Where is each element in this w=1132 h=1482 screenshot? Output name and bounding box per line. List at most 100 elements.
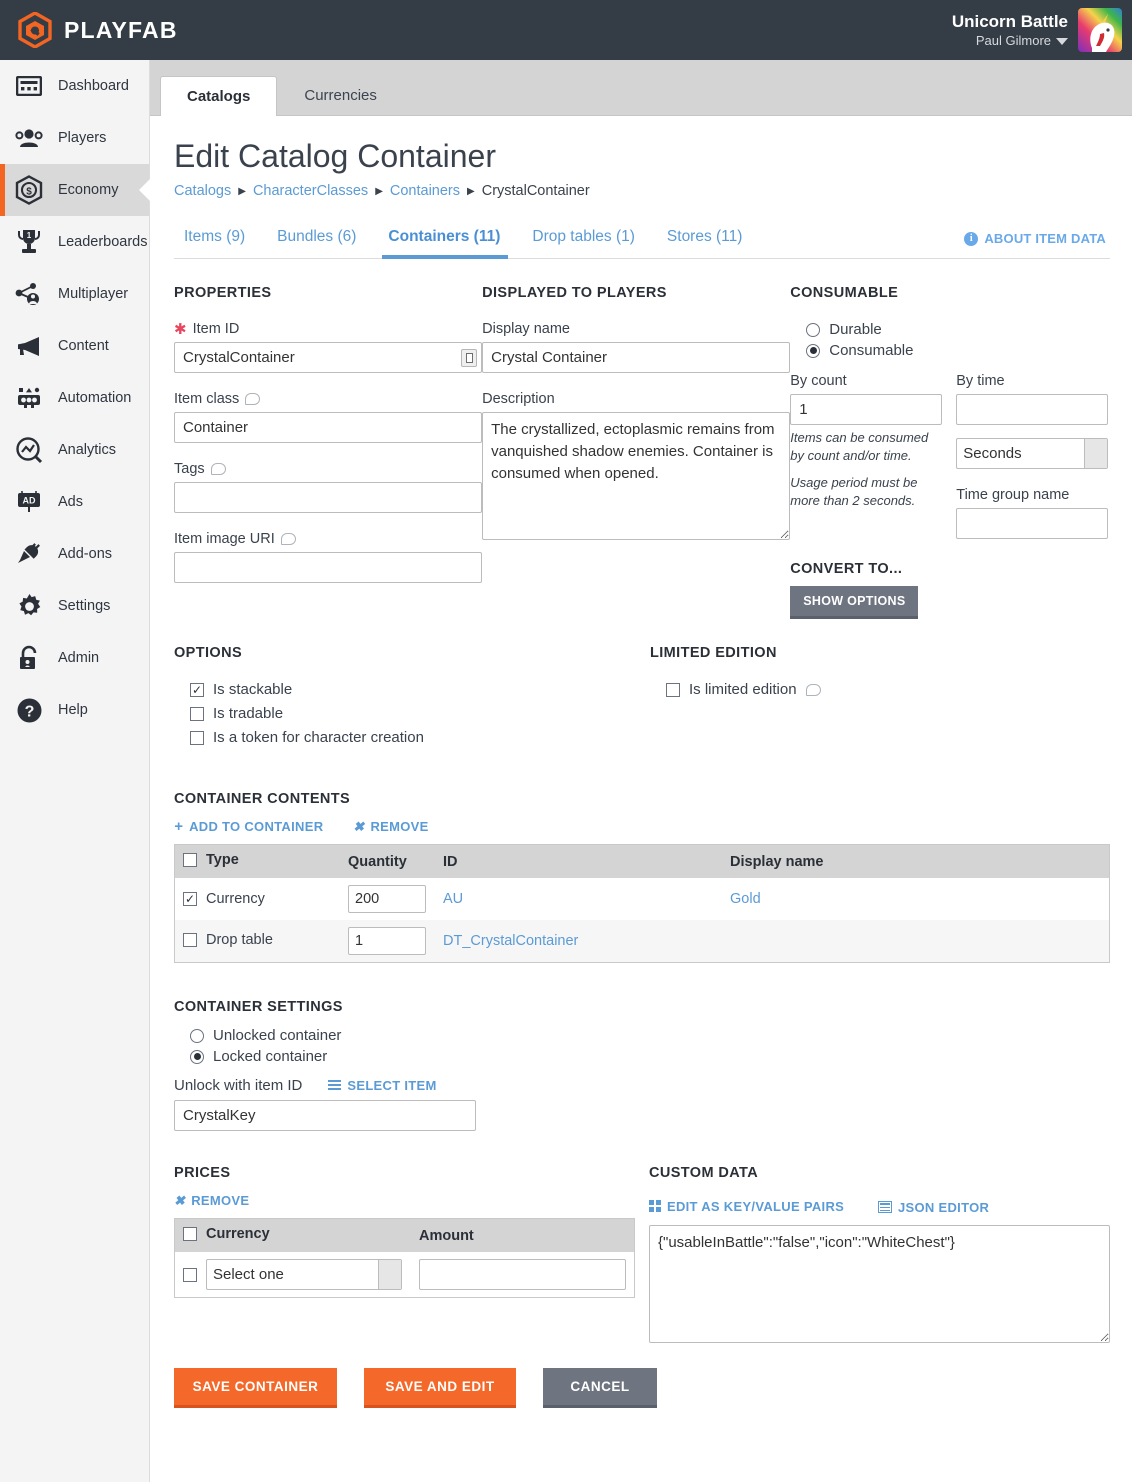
save-and-edit-button[interactable]: SAVE AND EDIT	[364, 1367, 516, 1408]
ads-icon: AD	[14, 487, 44, 517]
sidebar-item-analytics[interactable]: Analytics	[0, 424, 149, 476]
row-checkbox[interactable]: ✓	[183, 892, 197, 906]
consume-hint-2: Usage period must be more than 2 seconds…	[790, 475, 918, 508]
page-title: Edit Catalog Container	[174, 138, 496, 174]
consumable-radio-row[interactable]: Consumable	[806, 342, 1110, 359]
item-class-input[interactable]	[174, 412, 483, 443]
breadcrumb-item-containers[interactable]: Containers	[390, 183, 460, 199]
help-bubble-icon[interactable]	[245, 393, 261, 405]
properties-heading: PROPERTIES	[174, 285, 272, 301]
is-token-row[interactable]: Is a token for character creation	[190, 729, 650, 746]
currency-select[interactable]: Select one	[206, 1259, 402, 1290]
row-checkbox[interactable]	[183, 932, 197, 947]
breadcrumb-item-characterclasses[interactable]: CharacterClasses	[253, 183, 368, 199]
sidebar-item-settings[interactable]: Settings	[0, 580, 149, 632]
durable-radio-row[interactable]: Durable	[806, 321, 1110, 338]
tab-containers[interactable]: Containers (11)	[378, 228, 522, 259]
display-name-input[interactable]	[482, 342, 791, 373]
help-bubble-icon[interactable]	[210, 463, 226, 475]
breadcrumb-item-catalogs[interactable]: Catalogs	[174, 183, 231, 199]
sidebar-item-economy[interactable]: $ Economy	[0, 164, 149, 216]
custom-data-textarea[interactable]: {"usableInBattle":"false","icon":"WhiteC…	[648, 1224, 1110, 1343]
select-all-checkbox[interactable]	[183, 1227, 197, 1241]
sidebar-item-content[interactable]: Content	[0, 320, 149, 372]
table-row[interactable]: ✓ Currency AU Gold	[175, 878, 1109, 920]
time-group-name-input[interactable]	[956, 508, 1109, 539]
save-container-button[interactable]: SAVE CONTAINER	[174, 1367, 337, 1408]
gear-icon	[14, 591, 44, 621]
by-time-input[interactable]	[956, 394, 1109, 425]
remove-price-button[interactable]: ✖ REMOVE	[174, 1193, 249, 1208]
json-editor-button[interactable]: JSON EDITOR	[878, 1200, 989, 1215]
avatar[interactable]	[1078, 8, 1122, 52]
game-title: Unicorn Battle	[951, 12, 1068, 32]
sidebar-item-add-ons[interactable]: Add-ons	[0, 528, 149, 580]
copy-icon[interactable]	[461, 348, 478, 367]
is-limited-edition-row[interactable]: Is limited edition	[666, 681, 821, 698]
is-stackable-checkbox[interactable]: ✓	[190, 682, 204, 697]
tags-input[interactable]	[174, 482, 483, 513]
cell-amount	[411, 1252, 634, 1297]
tab-bundles[interactable]: Bundles (6)	[267, 228, 378, 258]
consumable-radio[interactable]	[806, 343, 821, 358]
brand-block[interactable]: PLAYFAB	[0, 11, 178, 49]
row-id-link[interactable]: AU	[443, 891, 463, 907]
sidebar-item-players[interactable]: Players	[0, 112, 149, 164]
sidebar-item-ads[interactable]: AD Ads	[0, 476, 149, 528]
by-count-input[interactable]	[790, 394, 943, 425]
durable-radio[interactable]	[806, 322, 821, 337]
tab-drop-tables[interactable]: Drop tables (1)	[522, 228, 657, 258]
table-row[interactable]: Drop table DT_CrystalContainer	[175, 920, 1109, 962]
table-row[interactable]: Select one	[175, 1252, 634, 1297]
row-quantity-input[interactable]	[348, 927, 426, 955]
sidebar-item-admin[interactable]: Admin	[0, 632, 149, 684]
is-limited-edition-checkbox[interactable]	[666, 682, 680, 697]
row-display-name-link[interactable]: Gold	[730, 891, 761, 907]
user-name-row[interactable]: Paul Gilmore	[952, 33, 1068, 49]
sidebar-item-help[interactable]: ? Help	[0, 684, 149, 736]
about-item-data-link[interactable]: i ABOUT ITEM DATA	[964, 231, 1106, 246]
sidebar-item-automation[interactable]: Automation	[0, 372, 149, 424]
add-to-container-button[interactable]: + ADD TO CONTAINER	[174, 819, 323, 834]
unlocked-container-row[interactable]: Unlocked container	[190, 1027, 1110, 1044]
is-tradable-checkbox[interactable]	[190, 706, 204, 721]
consumable-label: Consumable	[829, 342, 914, 359]
row-checkbox[interactable]	[183, 1267, 197, 1282]
sidebar-item-label: Ads	[58, 494, 83, 510]
is-token-checkbox[interactable]	[190, 730, 204, 745]
time-unit-select[interactable]: Seconds	[956, 438, 1109, 469]
remove-contents-button[interactable]: ✖ REMOVE	[353, 819, 428, 834]
tab-currencies[interactable]: Currencies	[277, 75, 404, 115]
unlocked-container-radio[interactable]	[190, 1028, 204, 1043]
cancel-button[interactable]: CANCEL	[543, 1367, 657, 1408]
is-tradable-row[interactable]: Is tradable	[190, 705, 650, 722]
about-item-data-label: ABOUT ITEM DATA	[984, 231, 1106, 246]
row-id-link[interactable]: DT_CrystalContainer	[443, 933, 578, 949]
help-bubble-icon[interactable]	[280, 533, 296, 545]
select-item-button[interactable]: SELECT ITEM	[328, 1078, 436, 1093]
tab-items[interactable]: Items (9)	[174, 228, 267, 258]
catalog-section-tabs: Items (9) Bundles (6) Containers (11) Dr…	[174, 221, 1110, 259]
item-id-input[interactable]	[174, 342, 483, 373]
user-menu[interactable]: Unicorn Battle Paul Gilmore	[952, 8, 1132, 52]
sidebar-item-dashboard[interactable]: Dashboard	[0, 60, 149, 112]
locked-container-row[interactable]: Locked container	[190, 1048, 1110, 1065]
unlock-item-id-input[interactable]	[174, 1100, 476, 1131]
trophy-icon: 1	[14, 227, 44, 257]
chevron-down-icon[interactable]	[1056, 37, 1068, 45]
select-all-checkbox[interactable]	[183, 853, 197, 867]
remove-contents-label: REMOVE	[370, 819, 429, 834]
description-textarea[interactable]: The crystallized, ectoplasmic remains fr…	[482, 412, 791, 540]
show-options-button[interactable]: SHOW OPTIONS	[790, 586, 919, 619]
item-image-uri-input[interactable]	[174, 552, 483, 583]
locked-container-radio[interactable]	[190, 1049, 204, 1064]
sidebar-item-leaderboards[interactable]: 1 Leaderboards	[0, 216, 149, 268]
row-quantity-input[interactable]	[348, 885, 426, 913]
edit-key-value-button[interactable]: EDIT AS KEY/VALUE PAIRS	[648, 1199, 844, 1214]
tab-catalogs[interactable]: Catalogs	[160, 76, 278, 116]
help-bubble-icon[interactable]	[805, 683, 821, 696]
is-stackable-row[interactable]: ✓ Is stackable	[190, 681, 650, 698]
amount-input[interactable]	[419, 1259, 626, 1290]
tab-stores[interactable]: Stores (11)	[657, 228, 765, 258]
sidebar-item-multiplayer[interactable]: Multiplayer	[0, 268, 149, 320]
